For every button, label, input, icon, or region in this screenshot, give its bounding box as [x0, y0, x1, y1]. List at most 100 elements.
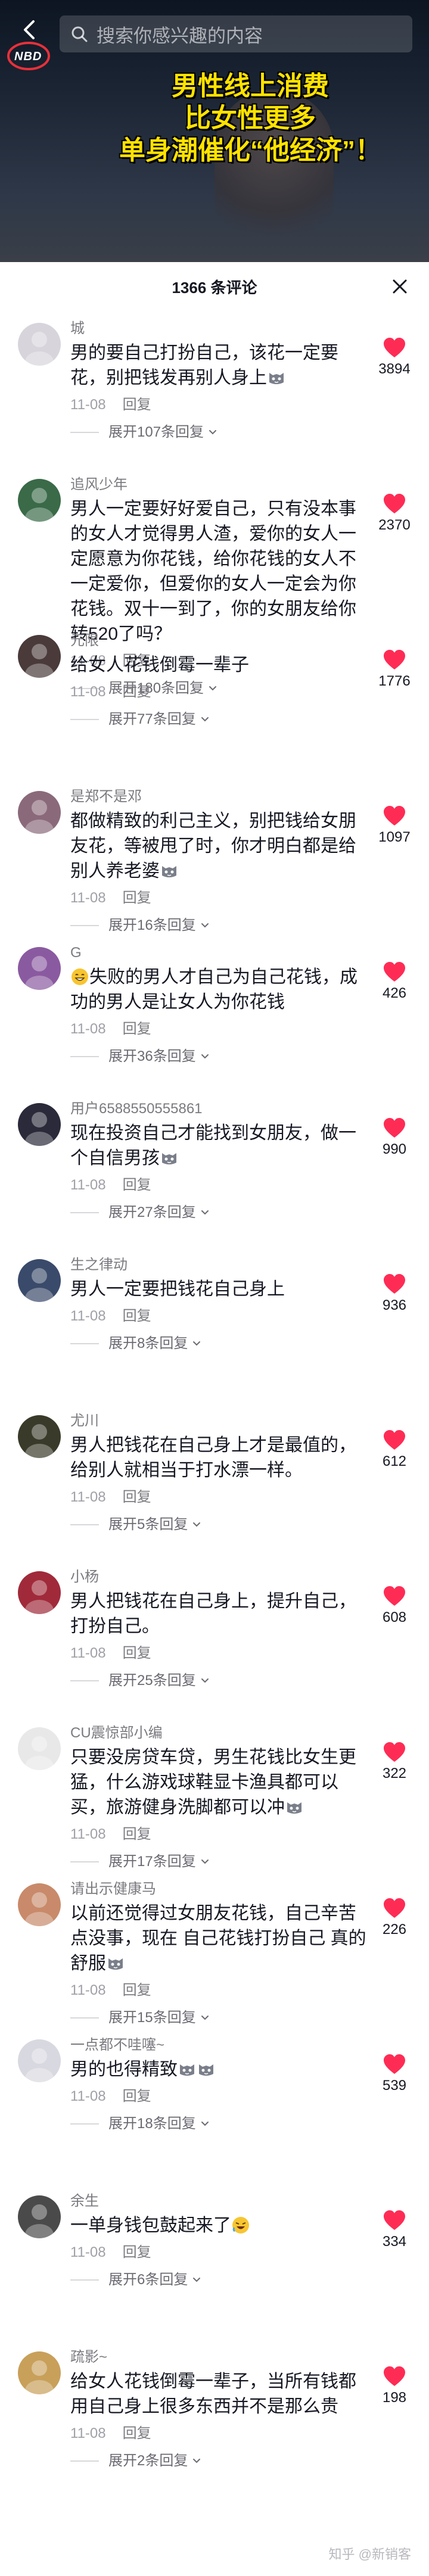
comment-content: 男人把钱花在自己身上，提升自己，打扮自己。 — [70, 1589, 368, 1639]
comment-item[interactable]: CU震惊部小编 只要没房贷车贷，男生花钱比女生更猛，什么游戏球鞋显卡渔具都可以买，… — [0, 1715, 429, 1871]
like-button[interactable]: 322 — [371, 1742, 418, 1782]
avatar[interactable] — [18, 323, 61, 366]
avatar[interactable] — [18, 2195, 61, 2238]
cat-face-icon — [178, 2060, 197, 2079]
username[interactable]: 疏影~ — [70, 2348, 368, 2367]
reply-button[interactable]: 回复 — [123, 397, 151, 413]
expand-replies-button[interactable]: 展开77条回复 — [70, 710, 368, 729]
expand-replies-button[interactable]: 展开25条回复 — [70, 1671, 368, 1690]
expand-replies-button[interactable]: 展开36条回复 — [70, 1047, 368, 1066]
avatar[interactable] — [18, 791, 61, 834]
comment-content: 男人一定要把钱花自己身上 — [70, 1277, 368, 1302]
username[interactable]: 生之律动 — [70, 1256, 368, 1275]
comment-item[interactable]: 元限 给女人花钱倒霉一辈子 11-08 回复 展开77条回复 1776 — [0, 623, 429, 779]
username[interactable]: 余生 — [70, 2192, 368, 2211]
like-button[interactable]: 539 — [371, 2054, 418, 2094]
reply-button[interactable]: 回复 — [123, 1021, 151, 1037]
comment-item[interactable]: 余生 一单身钱包鼓起来了 11-08 回复 展开6条回复 334 — [0, 2183, 429, 2340]
avatar[interactable] — [18, 1571, 61, 1614]
username[interactable]: 用户6588550555861 — [70, 1099, 368, 1119]
chevron-down-icon — [193, 2459, 201, 2463]
avatar[interactable] — [18, 1727, 61, 1770]
expand-replies-button[interactable]: 展开18条回复 — [70, 2114, 368, 2133]
expand-replies-button[interactable]: 展开8条回复 — [70, 1334, 368, 1353]
expand-replies-button[interactable]: 展开17条回复 — [70, 1852, 368, 1871]
comment-meta: 11-08 回复 — [70, 2243, 368, 2262]
username[interactable]: 请出示健康马 — [70, 1880, 368, 1899]
avatar[interactable] — [18, 1883, 61, 1926]
avatar[interactable] — [18, 2039, 61, 2082]
avatar[interactable] — [18, 947, 61, 990]
reply-button[interactable]: 回复 — [123, 2425, 151, 2441]
comment-item[interactable]: 用户6588550555861 现在投资自己才能找到女朋友，做一个自信男孩 11-0… — [0, 1091, 429, 1247]
like-button[interactable]: 198 — [371, 2366, 418, 2406]
reply-button[interactable]: 回复 — [123, 2244, 151, 2260]
like-button[interactable]: 226 — [371, 1898, 418, 1938]
comment-item[interactable]: 一点都不哇噻~ 男的也得精致 11-08 回复 展开18条回复 539 — [0, 2027, 429, 2183]
username[interactable]: G — [70, 943, 368, 963]
expand-replies-button[interactable]: 展开2条回复 — [70, 2452, 368, 2471]
like-button[interactable]: 608 — [371, 1586, 418, 1626]
avatar[interactable] — [18, 479, 61, 522]
cat-face-icon — [160, 861, 179, 880]
like-button[interactable]: 936 — [371, 1273, 418, 1314]
comment-item[interactable]: 追风少年 男人一定要好好爱自己，只有没本事的女人才觉得男人渣，爱你的女人一定愿意为… — [0, 467, 429, 696]
comment-item[interactable]: 生之律动 男人一定要把钱花自己身上 11-08 回复 展开8条回复 936 — [0, 1247, 429, 1403]
avatar[interactable] — [18, 635, 61, 678]
reply-button[interactable]: 回复 — [123, 1489, 151, 1505]
reply-button[interactable]: 回复 — [123, 1826, 151, 1842]
expand-replies-button[interactable]: 展开27条回复 — [70, 1203, 368, 1222]
divider-line — [70, 2460, 99, 2462]
expand-replies-button[interactable]: 展开6条回复 — [70, 2270, 368, 2290]
username[interactable]: 一点都不哇噻~ — [70, 2036, 368, 2055]
chevron-down-icon — [201, 1859, 209, 1864]
close-icon[interactable] — [391, 278, 409, 295]
like-button[interactable]: 990 — [371, 1117, 418, 1158]
username[interactable]: 元限 — [70, 631, 368, 650]
search-input[interactable]: 搜索你感兴趣的内容 — [60, 15, 412, 52]
avatar[interactable] — [18, 1259, 61, 1302]
heart-icon — [384, 338, 405, 357]
reply-button[interactable]: 回复 — [123, 1177, 151, 1193]
avatar[interactable] — [18, 2351, 61, 2394]
avatar[interactable] — [18, 1103, 61, 1146]
comment-body: 疏影~ 给女人花钱倒霉一辈子，当所有钱都用自己身上很多东西并不是那么贵 11-08 回… — [70, 2348, 368, 2471]
like-button[interactable]: 3894 — [371, 337, 418, 378]
comment-content: 男的要自己打扮自己，该花一定要花，别把钱发再别人身上 — [70, 341, 368, 391]
comment-item[interactable]: 是郑不是邓 都做精致的利己主义，别把钱给女朋友花，等被甩了时，你才明白都是给别人养… — [0, 779, 429, 935]
comment-item[interactable]: 小杨 男人把钱花在自己身上，提升自己，打扮自己。 11-08 回复 展开25条回复 608 — [0, 1559, 429, 1715]
username[interactable]: 小杨 — [70, 1568, 368, 1587]
expand-replies-button[interactable]: 展开16条回复 — [70, 916, 368, 935]
heart-icon — [384, 494, 405, 513]
comment-item[interactable]: 尤川 男人把钱花在自己身上才是最值的，给别人就相当于打水漂一样。 11-08 回复 展开… — [0, 1403, 429, 1559]
comment-item[interactable]: G 失败的男人才自己为自己花钱，成功的男人是让女人为你花钱 11-08 回复 展开36条… — [0, 935, 429, 1091]
comment-item[interactable]: 城男的要自己打扮自己，该花一定要花，别把钱发再别人身上 11-08 回复 展开107条… — [0, 311, 429, 467]
reply-button[interactable]: 回复 — [123, 890, 151, 906]
like-button[interactable]: 426 — [371, 961, 418, 1002]
reply-button[interactable]: 回复 — [123, 684, 151, 700]
comment-item[interactable]: 疏影~ 给女人花钱倒霉一辈子，当所有钱都用自己身上很多东西并不是那么贵 11-08 回… — [0, 2340, 429, 2496]
like-button[interactable]: 612 — [371, 1429, 418, 1470]
like-button[interactable]: 1097 — [371, 805, 418, 846]
username[interactable]: CU震惊部小编 — [70, 1724, 368, 1743]
username[interactable]: 是郑不是邓 — [70, 787, 368, 806]
avatar[interactable] — [18, 1415, 61, 1458]
reply-button[interactable]: 回复 — [123, 1645, 151, 1661]
expand-replies-button[interactable]: 展开5条回复 — [70, 1515, 368, 1534]
back-arrow-icon[interactable] — [18, 18, 42, 42]
headline-line: 比女性更多 — [185, 104, 316, 133]
username[interactable]: 城 — [70, 319, 368, 338]
like-button[interactable]: 1776 — [371, 649, 418, 690]
like-button[interactable]: 2370 — [371, 493, 418, 534]
video-background[interactable]: 搜索你感兴趣的内容 NBD 男性线上消费 比女性更多 单身潮催化“他经济”！ — [0, 0, 429, 262]
username[interactable]: 追风少年 — [70, 475, 368, 494]
like-button[interactable]: 334 — [371, 2210, 418, 2250]
expand-replies-button[interactable]: 展开107条回复 — [70, 423, 368, 442]
reply-button[interactable]: 回复 — [123, 1982, 151, 1998]
reply-button[interactable]: 回复 — [123, 2088, 151, 2104]
expand-replies-button[interactable]: 展开15条回复 — [70, 2008, 368, 2027]
comment-item[interactable]: 请出示健康马 以前还觉得过女朋友花钱，自己辛苦点没事，现在 自己花钱打扮自己 真的… — [0, 1871, 429, 2027]
watermark: 知乎 @新销客 — [328, 2547, 411, 2562]
username[interactable]: 尤川 — [70, 1412, 368, 1431]
reply-button[interactable]: 回复 — [123, 1308, 151, 1324]
